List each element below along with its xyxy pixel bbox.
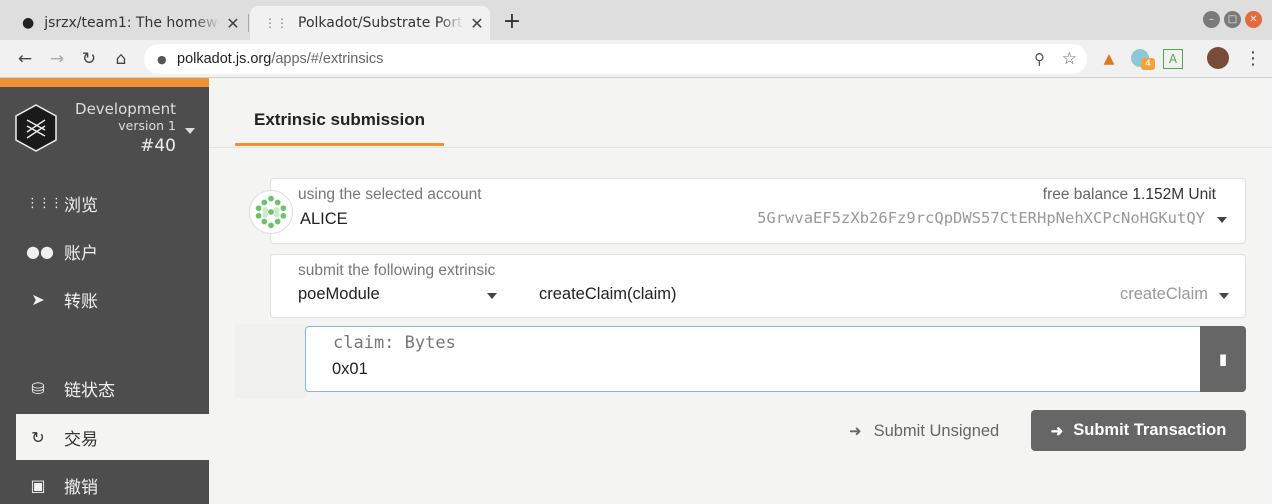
page-tabs: Extrinsic submission bbox=[209, 78, 1272, 148]
back-arrow-icon[interactable]: ← bbox=[14, 48, 36, 70]
tab-title: jsrzx/team1: The homework bbox=[44, 15, 220, 31]
chevron-down-icon[interactable] bbox=[487, 293, 497, 299]
browser-tab-github[interactable]: ● jsrzx/team1: The homework ✕ bbox=[8, 6, 246, 40]
sidebar-item-label: 浏览 bbox=[64, 195, 98, 216]
bookmark-star-icon[interactable]: ☆ bbox=[1062, 49, 1077, 69]
chevron-down-icon[interactable] bbox=[1217, 217, 1227, 223]
close-window-icon[interactable]: ✕ bbox=[1245, 11, 1262, 28]
sidebar-item-label: 交易 bbox=[64, 429, 98, 450]
account-identicon[interactable] bbox=[249, 190, 293, 234]
send-icon: ➤ bbox=[31, 289, 45, 309]
sidebar-item-extrinsics[interactable]: ↻ 交易 bbox=[16, 414, 209, 460]
extrinsic-selector: submit the following extrinsic poeModule… bbox=[270, 254, 1246, 318]
account-name: ALICE bbox=[300, 210, 348, 228]
submit-transaction-button[interactable]: ➜ Submit Transaction bbox=[1031, 410, 1246, 451]
minimize-icon[interactable]: – bbox=[1203, 11, 1220, 28]
sidebar-item-label: 账户 bbox=[64, 243, 98, 264]
account-selector[interactable]: using the selected account free balance … bbox=[270, 178, 1246, 244]
lock-icon[interactable]: ● bbox=[157, 53, 169, 66]
tab-title: Polkadot/Substrate Portal bbox=[298, 15, 464, 31]
more-menu-icon[interactable]: ⋮ bbox=[1244, 48, 1262, 69]
sidebar: Development version 1 #40 ⋮⋮⋮ 浏览 ●● 账户 ➤… bbox=[0, 78, 209, 504]
close-icon[interactable]: ✕ bbox=[220, 14, 246, 33]
github-icon: ● bbox=[22, 15, 35, 31]
claim-input[interactable]: claim: Bytes 0x01 bbox=[305, 326, 1202, 392]
new-tab-button[interactable]: + bbox=[500, 9, 524, 34]
submit-unsigned-label: Submit Unsigned bbox=[873, 421, 1000, 440]
sign-in-icon: ➜ bbox=[849, 423, 862, 440]
extension-a-icon[interactable]: A bbox=[1163, 49, 1183, 69]
maximize-icon[interactable]: □ bbox=[1224, 11, 1241, 28]
database-icon: ⛁ bbox=[31, 378, 45, 398]
tab-extrinsic-submission[interactable]: Extrinsic submission bbox=[235, 106, 444, 146]
close-icon[interactable]: ✕ bbox=[464, 14, 490, 33]
forward-arrow-icon[interactable]: → bbox=[46, 48, 68, 70]
sidebar-item-revoke[interactable]: ▣ 撤销 bbox=[16, 462, 209, 504]
reload-icon[interactable]: ↻ bbox=[78, 48, 100, 70]
chevron-down-icon[interactable] bbox=[1219, 293, 1229, 299]
sidebar-accent-bar bbox=[0, 78, 209, 87]
sidebar-item-label: 转账 bbox=[64, 291, 98, 312]
method-dropdown[interactable]: createClaim(claim) bbox=[539, 285, 677, 304]
sidebar-item-chainstate[interactable]: ⛁ 链状态 bbox=[16, 365, 209, 411]
chain-name: Development bbox=[75, 100, 176, 118]
file-icon: ▮ bbox=[1218, 350, 1228, 368]
free-balance: free balance 1.152M Unit bbox=[1042, 186, 1216, 203]
account-address: 5GrwvaEF5zXb26Fz9rcQpDWS57CtERHpNehXCPcN… bbox=[757, 209, 1205, 227]
chain-version: version 1 bbox=[118, 118, 176, 133]
url-text: polkadot.js.org/apps/#/extrinsics bbox=[177, 51, 384, 67]
profile-avatar[interactable] bbox=[1207, 47, 1229, 69]
sidebar-item-label: 撤销 bbox=[64, 477, 98, 498]
substrate-logo-icon[interactable] bbox=[14, 104, 58, 152]
tab-separator bbox=[248, 14, 249, 32]
file-upload-button[interactable]: ▮ bbox=[1200, 326, 1246, 392]
param-label: claim: Bytes bbox=[333, 333, 456, 353]
account-label: using the selected account bbox=[298, 186, 482, 203]
sync-icon: ↻ bbox=[31, 427, 45, 447]
sidebar-item-accounts[interactable]: ●● 账户 bbox=[16, 228, 209, 274]
params-indent bbox=[235, 324, 307, 398]
address-bar[interactable]: ● polkadot.js.org/apps/#/extrinsics ⚲ ☆ bbox=[144, 44, 1087, 74]
submit-unsigned-button[interactable]: ➜ Submit Unsigned bbox=[849, 411, 999, 451]
sidebar-item-explorer[interactable]: ⋮⋮⋮ 浏览 bbox=[16, 180, 209, 226]
sidebar-item-transfer[interactable]: ➤ 转账 bbox=[16, 276, 209, 322]
metamask-fox-icon[interactable]: ▲ bbox=[1099, 49, 1119, 69]
zoom-icon[interactable]: ⚲ bbox=[1034, 50, 1045, 68]
module-dropdown[interactable]: poeModule bbox=[298, 285, 380, 304]
polkadot-favicon-icon: ⋮⋮ bbox=[264, 16, 288, 30]
chevron-down-icon[interactable] bbox=[185, 128, 195, 134]
browser-toolbar: ← → ↻ ⌂ ● polkadot.js.org/apps/#/extrins… bbox=[0, 40, 1272, 78]
lock-icon: ▣ bbox=[30, 475, 46, 495]
submit-transaction-label: Submit Transaction bbox=[1073, 421, 1227, 439]
grid-icon: ⋮⋮⋮ bbox=[26, 195, 63, 211]
main-content: Extrinsic submission using the selected … bbox=[209, 78, 1272, 504]
sign-in-icon: ➜ bbox=[1050, 422, 1064, 440]
browser-tab-bar: ● jsrzx/team1: The homework ✕ ⋮⋮ Polkado… bbox=[0, 0, 1272, 40]
extension-badge: 4 bbox=[1141, 58, 1155, 70]
extrinsic-label: submit the following extrinsic bbox=[298, 262, 496, 279]
window-controls: – □ ✕ bbox=[1203, 11, 1262, 28]
browser-tab-polkadot[interactable]: ⋮⋮ Polkadot/Substrate Portal ✕ bbox=[250, 6, 490, 40]
sidebar-item-label: 链状态 bbox=[64, 380, 115, 401]
block-number: #40 bbox=[140, 136, 176, 156]
method-hint: createClaim bbox=[1119, 285, 1208, 303]
param-value[interactable]: 0x01 bbox=[332, 360, 368, 379]
users-icon: ●● bbox=[26, 241, 54, 261]
home-icon[interactable]: ⌂ bbox=[110, 48, 132, 70]
